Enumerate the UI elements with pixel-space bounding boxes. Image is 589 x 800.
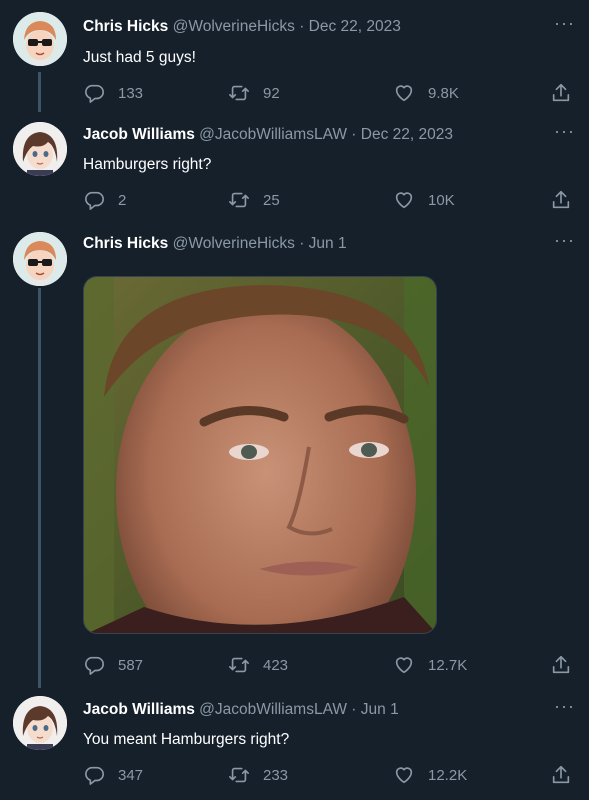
avatar-image <box>13 122 67 176</box>
reply-count: 347 <box>118 766 144 784</box>
retweet-button[interactable]: 92 <box>228 82 280 104</box>
share-icon <box>552 83 570 102</box>
like-button[interactable]: 12.7K <box>393 654 467 676</box>
display-name[interactable]: Jacob Williams <box>83 126 195 143</box>
more-options-button[interactable]: ··· <box>554 14 575 32</box>
heart-icon <box>395 192 413 209</box>
portrait-photo <box>84 277 436 633</box>
tweet-header: Chris Hicks @WolverineHicks · Dec 22, 20… <box>83 17 401 37</box>
reply-button[interactable]: 2 <box>83 189 126 211</box>
separator-dot: · <box>299 18 305 35</box>
tweet-date[interactable]: Jun 1 <box>309 235 347 252</box>
like-count: 12.7K <box>428 656 468 674</box>
user-handle[interactable]: @JacobWilliamsLAW <box>199 701 347 718</box>
like-button[interactable]: 10K <box>393 189 455 211</box>
avatar[interactable] <box>13 232 67 286</box>
like-button[interactable]: 12.2K <box>393 764 467 786</box>
reply-button[interactable]: 133 <box>83 82 143 104</box>
avatar-image <box>13 696 67 750</box>
share-button[interactable] <box>550 764 572 786</box>
share-icon <box>552 765 570 784</box>
heart-icon <box>395 85 413 102</box>
retweet-icon <box>229 767 249 783</box>
tweet-header: Chris Hicks @WolverineHicks · Jun 1 <box>83 234 347 254</box>
retweet-count: 92 <box>263 84 280 102</box>
tweet[interactable]: Jacob Williams @JacobWilliamsLAW · Dec 2… <box>0 110 589 220</box>
reply-icon <box>85 191 104 210</box>
tweet-date[interactable]: Dec 22, 2023 <box>361 126 453 143</box>
tweet-date[interactable]: Dec 22, 2023 <box>309 18 401 35</box>
more-options-button[interactable]: ··· <box>554 122 575 140</box>
like-count: 9.8K <box>428 84 459 102</box>
tweet-text: You meant Hamburgers right? <box>83 731 290 748</box>
display-name[interactable]: Chris Hicks <box>83 235 168 252</box>
tweet-date[interactable]: Jun 1 <box>361 701 399 718</box>
tweet-header: Jacob Williams @JacobWilliamsLAW · Jun 1 <box>83 700 399 720</box>
share-button[interactable] <box>550 654 572 676</box>
retweet-icon <box>229 85 249 101</box>
retweet-count: 25 <box>263 191 280 209</box>
tweet-text: Just had 5 guys! <box>83 49 196 66</box>
reply-button[interactable]: 587 <box>83 654 143 676</box>
share-icon <box>552 190 570 209</box>
reply-button[interactable]: 347 <box>83 764 143 786</box>
reply-icon <box>85 84 104 103</box>
retweet-count: 423 <box>263 656 289 674</box>
tweet-actions: 347 233 12.2K <box>83 764 583 788</box>
user-handle[interactable]: @WolverineHicks <box>173 18 295 35</box>
share-button[interactable] <box>550 82 572 104</box>
display-name[interactable]: Jacob Williams <box>83 701 195 718</box>
display-name[interactable]: Chris Hicks <box>83 18 168 35</box>
separator-dot: · <box>351 126 357 143</box>
tweet-actions: 133 92 9.8K <box>83 82 583 106</box>
like-button[interactable]: 9.8K <box>393 82 459 104</box>
tweet[interactable]: Chris Hicks @WolverineHicks · Dec 22, 20… <box>0 0 589 110</box>
tweet-actions: 587 423 12.7K <box>83 654 583 678</box>
retweet-count: 233 <box>263 766 289 784</box>
avatar[interactable] <box>13 696 67 750</box>
reply-count: 587 <box>118 656 144 674</box>
user-handle[interactable]: @JacobWilliamsLAW <box>199 126 347 143</box>
more-options-button[interactable]: ··· <box>554 231 575 249</box>
retweet-icon <box>229 192 249 208</box>
avatar[interactable] <box>13 12 67 66</box>
retweet-icon <box>229 657 249 673</box>
reply-icon <box>85 766 104 785</box>
separator-dot: · <box>299 235 305 252</box>
like-count: 12.2K <box>428 766 468 784</box>
avatar[interactable] <box>13 122 67 176</box>
tweet-text: Hamburgers right? <box>83 156 212 173</box>
heart-icon <box>395 657 413 674</box>
more-options-button[interactable]: ··· <box>554 697 575 715</box>
share-button[interactable] <box>550 189 572 211</box>
reply-count: 2 <box>118 191 127 209</box>
share-icon <box>552 655 570 674</box>
avatar-image <box>13 12 67 66</box>
retweet-button[interactable]: 25 <box>228 189 280 211</box>
tweet-actions: 2 25 10K <box>83 189 583 213</box>
retweet-button[interactable]: 233 <box>228 764 288 786</box>
retweet-button[interactable]: 423 <box>228 654 288 676</box>
separator-dot: · <box>351 701 357 718</box>
like-count: 10K <box>428 191 455 209</box>
reply-icon <box>85 656 104 675</box>
heart-icon <box>395 767 413 784</box>
tweet-media-image[interactable] <box>83 276 437 634</box>
avatar-image <box>13 232 67 286</box>
tweet[interactable]: Jacob Williams @JacobWilliamsLAW · Jun 1… <box>0 688 589 800</box>
tweet-header: Jacob Williams @JacobWilliamsLAW · Dec 2… <box>83 125 453 145</box>
tweet[interactable]: Chris Hicks @WolverineHicks · Jun 1 ··· <box>0 220 589 688</box>
user-handle[interactable]: @WolverineHicks <box>173 235 295 252</box>
reply-count: 133 <box>118 84 144 102</box>
